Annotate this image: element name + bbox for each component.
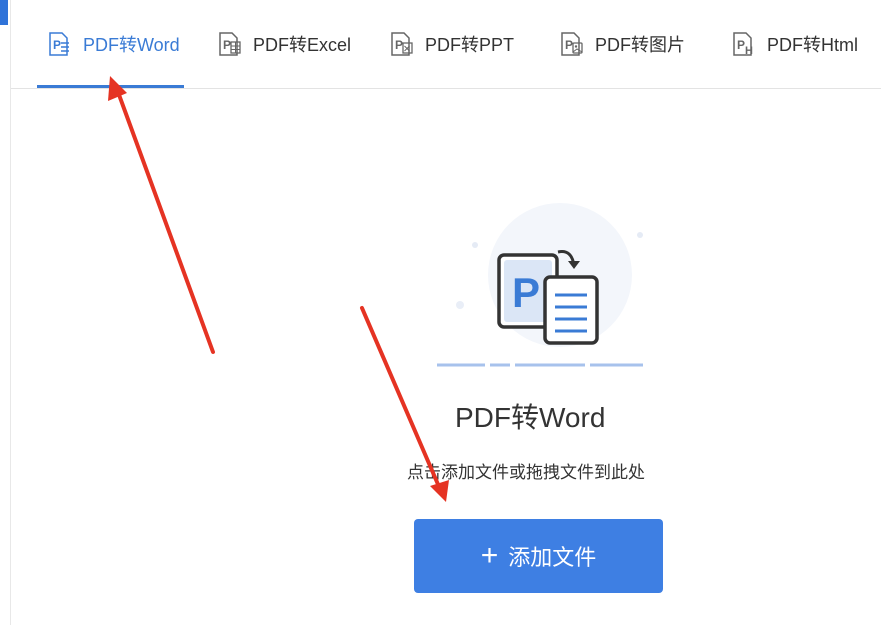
svg-text:P: P [53, 38, 61, 52]
drop-hint-text: 点击添加文件或拖拽文件到此处 [407, 463, 645, 482]
svg-text:P: P [565, 38, 573, 52]
svg-text:P: P [223, 38, 231, 52]
svg-text:H: H [745, 45, 753, 57]
arrow-head-down-icon [430, 480, 449, 502]
pdf-excel-icon: P [219, 32, 241, 56]
tab-pdf-to-html[interactable]: P H PDF转Html [731, 0, 858, 88]
tab-pdf-to-ppt[interactable]: P PDF转PPT [389, 0, 514, 88]
pdf-html-icon: P H [733, 32, 753, 57]
pdf-word-icon: P [49, 32, 69, 56]
tab-label: PDF转Excel [253, 35, 352, 55]
add-file-button-label: 添加文件 [508, 545, 597, 570]
pdf-ppt-icon: P [391, 32, 413, 56]
add-file-button[interactable]: + 添加文件 [414, 519, 663, 593]
tab-pdf-to-image[interactable]: P PDF转图片 [559, 0, 685, 88]
svg-text:P: P [395, 38, 403, 52]
svg-text:P: P [737, 38, 745, 52]
tab-label: PDF转图片 [595, 35, 685, 55]
conversion-tab-bar: P PDF转Word P PDF转Excel P PDF转PPT P PDF转图… [11, 0, 881, 89]
tab-label: PDF转Html [767, 35, 858, 55]
page-title: PDF转Word [455, 402, 606, 433]
plus-icon: + [480, 539, 499, 572]
window-edge-accent [0, 0, 8, 25]
svg-text:P: P [512, 269, 540, 316]
pdf-image-icon: P [561, 32, 583, 56]
tab-label: PDF转PPT [425, 35, 515, 55]
tab-label: PDF转Word [83, 35, 180, 55]
tab-pdf-to-word[interactable]: P PDF转Word [37, 0, 184, 88]
tab-pdf-to-excel[interactable]: P PDF转Excel [217, 0, 351, 88]
pdf-to-word-illustration-icon: P [437, 203, 643, 367]
left-border [10, 0, 11, 625]
